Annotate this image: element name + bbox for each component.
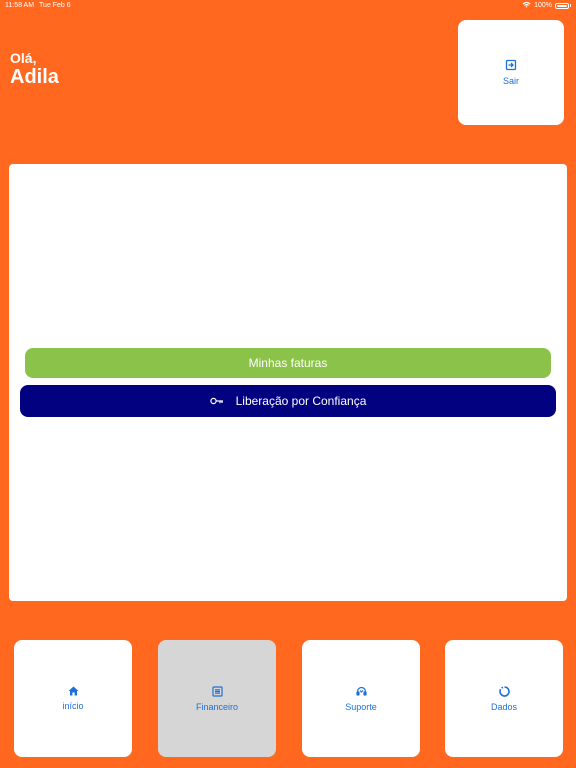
tab-label: início bbox=[62, 701, 84, 711]
logout-label: Sair bbox=[502, 76, 519, 86]
logout-icon bbox=[505, 59, 517, 76]
trust-release-button[interactable]: Liberação por Confiança bbox=[20, 385, 556, 417]
battery-percentage: 100% bbox=[534, 2, 552, 9]
my-invoices-label: Minhas faturas bbox=[248, 356, 328, 370]
status-bar: 11:58 AM Tue Feb 6 100% bbox=[0, 0, 576, 12]
tab-dados[interactable]: Dados bbox=[445, 640, 563, 757]
tab-label: Suporte bbox=[345, 701, 377, 712]
tab-inicio[interactable]: início bbox=[14, 640, 132, 757]
home-icon bbox=[68, 686, 79, 701]
user-name: Adila bbox=[10, 66, 59, 88]
battery-cap bbox=[570, 4, 571, 7]
logout-button[interactable]: Sair bbox=[458, 20, 564, 125]
greeting-text: Olá, bbox=[10, 50, 37, 66]
trust-release-label: Liberação por Confiança bbox=[235, 394, 367, 408]
document-icon bbox=[211, 685, 223, 702]
tab-label: Dados bbox=[490, 701, 517, 712]
tab-suporte[interactable]: Suporte bbox=[302, 640, 420, 757]
my-invoices-button[interactable]: Minhas faturas bbox=[25, 348, 551, 378]
status-time: 11:58 AM bbox=[5, 2, 35, 9]
support-icon bbox=[355, 686, 367, 702]
tab-financeiro[interactable]: Financeiro bbox=[158, 640, 276, 757]
data-icon bbox=[498, 685, 510, 702]
status-indicators: 100% bbox=[522, 1, 571, 10]
battery-icon bbox=[555, 2, 569, 9]
main-panel bbox=[9, 164, 567, 601]
wifi-icon bbox=[522, 1, 531, 10]
status-date: Tue Feb 6 bbox=[39, 2, 71, 9]
tab-label: Financeiro bbox=[195, 701, 239, 712]
key-icon bbox=[209, 394, 224, 408]
